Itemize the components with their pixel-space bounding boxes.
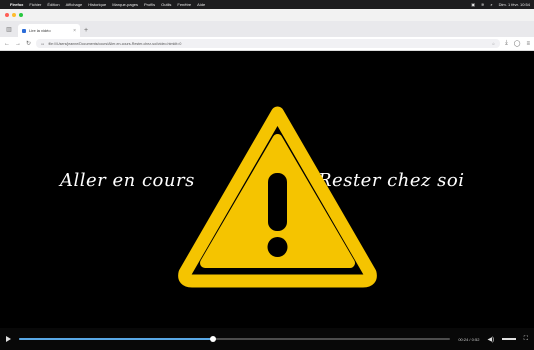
address-bar[interactable]: ▭ file:///Users/jeanne/Documents/cours/A… bbox=[36, 39, 501, 48]
new-tab-icon[interactable]: + bbox=[84, 27, 88, 34]
navigation-toolbar: ← → ↻ ▭ file:///Users/jeanne/Documents/c… bbox=[0, 37, 534, 51]
time-display: 00:24 / 0:52 bbox=[458, 336, 480, 342]
close-tab-icon[interactable]: × bbox=[73, 28, 76, 34]
minimize-window-button[interactable] bbox=[12, 13, 16, 17]
menubar-item-edition[interactable]: Édition bbox=[47, 2, 59, 7]
play-icon[interactable] bbox=[6, 336, 11, 342]
menubar-clock[interactable]: Dim. 1 févr. 10:54 bbox=[499, 2, 530, 7]
sidebar-icon[interactable]: ▥ bbox=[4, 24, 14, 34]
screen: Firefox Fichier Édition Affichage Histor… bbox=[0, 0, 534, 350]
menubar-item-fenetre[interactable]: Fenêtre bbox=[177, 2, 191, 7]
forward-arrow-icon[interactable]: → bbox=[15, 41, 21, 47]
warning-triangle-icon bbox=[178, 106, 377, 288]
tab-strip: ▥ Lire la vidéo × + bbox=[0, 21, 534, 37]
toolbar-right: ⤓ ◯ ≡ bbox=[505, 40, 530, 47]
tab-title: Lire la vidéo bbox=[29, 28, 51, 33]
menubar-item-marque-pages[interactable]: Marque-pages bbox=[112, 2, 138, 7]
wifi-icon[interactable]: ≋ bbox=[481, 2, 484, 7]
progress-bar[interactable] bbox=[19, 336, 451, 342]
page-favicon-icon bbox=[22, 28, 26, 33]
menubar-app-name[interactable]: Firefox bbox=[10, 2, 23, 7]
search-icon[interactable]: ⌕ bbox=[490, 2, 492, 7]
window-titlebar bbox=[0, 9, 534, 21]
volume-slider[interactable] bbox=[502, 338, 516, 340]
hamburger-menu-icon[interactable]: ≡ bbox=[526, 41, 530, 47]
menubar-item-outils[interactable]: Outils bbox=[161, 2, 171, 7]
progress-handle[interactable] bbox=[210, 336, 217, 342]
menubar-item-profils[interactable]: Profils bbox=[144, 2, 155, 7]
back-arrow-icon[interactable]: ← bbox=[4, 41, 10, 47]
star-icon[interactable]: ☆ bbox=[492, 42, 495, 46]
menubar-item-fichier[interactable]: Fichier bbox=[29, 2, 41, 7]
reload-icon[interactable]: ↻ bbox=[26, 40, 31, 47]
menubar-item-affichage[interactable]: Affichage bbox=[66, 2, 83, 7]
tab-active[interactable]: Lire la vidéo × bbox=[18, 24, 80, 37]
video-player[interactable]: Aller en cours Rester chez soi bbox=[0, 51, 534, 350]
zoom-window-button[interactable] bbox=[19, 13, 23, 17]
macos-menubar: Firefox Fichier Édition Affichage Histor… bbox=[0, 0, 534, 9]
page-icon: ▭ bbox=[41, 41, 45, 46]
close-window-button[interactable] bbox=[5, 13, 9, 17]
volume-icon[interactable]: ◀) bbox=[487, 336, 494, 343]
control-center-icon[interactable]: ▣ bbox=[471, 2, 475, 7]
url-text: file:///Users/jeanne/Documents/cours/All… bbox=[48, 41, 182, 46]
menubar-item-historique[interactable]: Historique bbox=[88, 2, 106, 7]
menubar-status-area: ▣ ≋ ⌕ Dim. 1 févr. 10:54 bbox=[471, 2, 530, 7]
progress-fill bbox=[19, 338, 214, 340]
video-controls: 00:24 / 0:52 ◀) ⛶ bbox=[0, 328, 534, 350]
menubar-item-aide[interactable]: Aide bbox=[197, 2, 205, 7]
fullscreen-icon[interactable]: ⛶ bbox=[524, 336, 528, 343]
download-icon[interactable]: ⤓ bbox=[505, 40, 508, 47]
account-icon[interactable]: ◯ bbox=[514, 40, 521, 47]
